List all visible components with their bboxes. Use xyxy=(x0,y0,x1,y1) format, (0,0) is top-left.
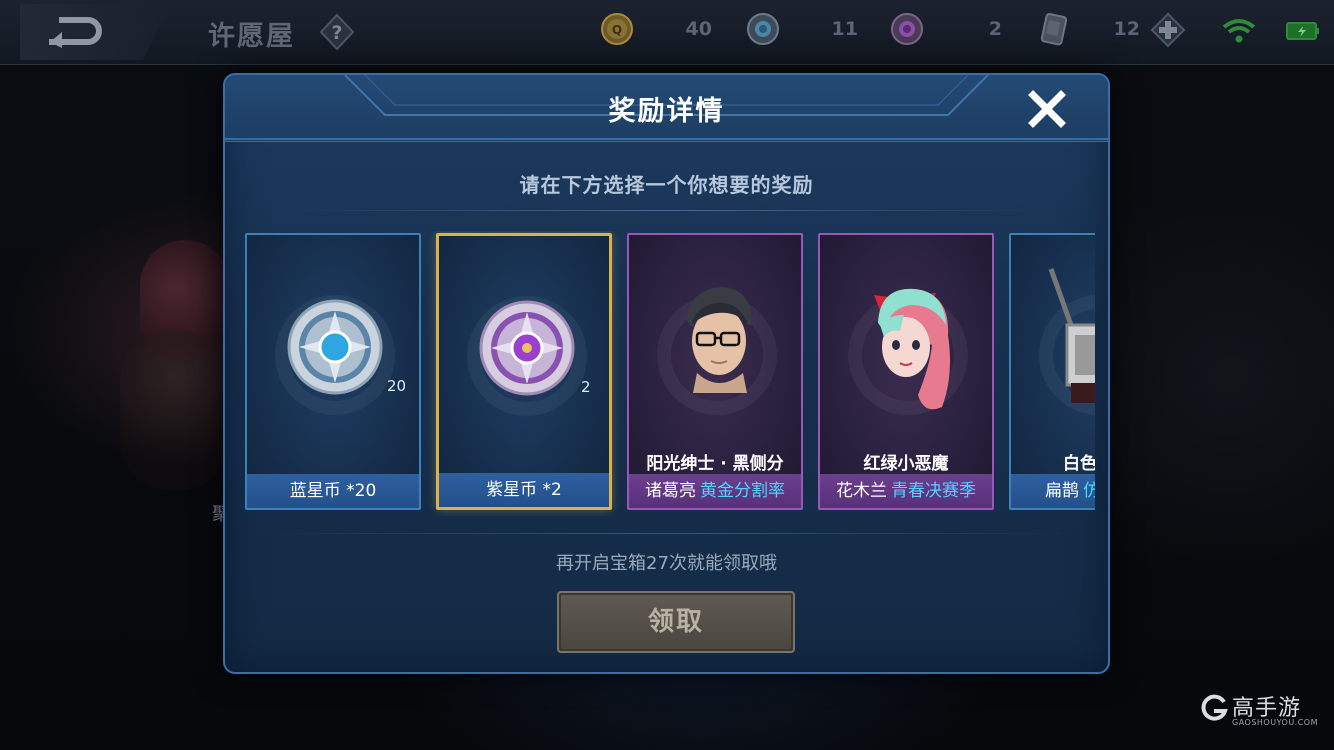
rarity-tag: 青春决赛季 xyxy=(891,481,976,501)
resource-purple-star: 2 xyxy=(890,10,1006,52)
skin-name: 阳光绅士 · 黑侧分 xyxy=(646,454,784,474)
voucher-coin-icon: Q xyxy=(601,13,633,45)
dialog-title: 奖励详情 xyxy=(608,96,725,127)
question-icon[interactable]: ? xyxy=(318,13,356,51)
divider xyxy=(285,210,1048,211)
purple-star-coin-icon xyxy=(891,13,923,45)
reward-card-blue-star[interactable]: 20 蓝星币 *20 xyxy=(245,233,421,510)
card-icon xyxy=(1040,12,1068,46)
reward-label: 蓝星币 *20 xyxy=(247,474,419,508)
hero-portrait-icon xyxy=(874,288,950,410)
svg-text:?: ? xyxy=(331,22,342,44)
hero-portrait-icon xyxy=(687,287,752,393)
back-arrow-icon[interactable] xyxy=(48,14,104,48)
reward-card-partial[interactable]: 白色 扁鹊仿 xyxy=(1009,233,1095,510)
rarity-tag: 黄金分割率 xyxy=(700,481,785,501)
top-bar: 许愿屋 ? Q 40 11 2 12 xyxy=(0,0,1334,65)
resource-blue-star: 11 xyxy=(746,10,862,52)
reward-card-purple-star[interactable]: 2 紫星币 *2 xyxy=(436,233,612,510)
hero-name: 花木兰 xyxy=(836,481,887,501)
reward-count: 2 xyxy=(581,378,591,396)
reward-hero-line: 扁鹊仿 xyxy=(1011,474,1095,508)
reward-label: 紫星币 *2 xyxy=(439,473,609,507)
voucher-count: 40 xyxy=(685,18,712,40)
reward-card-skin-mulan[interactable]: 红绿小恶魔 花木兰 青春决赛季 xyxy=(818,233,994,510)
wifi-icon xyxy=(1222,19,1256,43)
reward-details-dialog: 奖励详情 请在下方选择一个你想要的奖励 20 蓝星币 *20 2 紫星币 *2 … xyxy=(223,73,1110,674)
logo-subtext: GAOSHOUYOU.COM xyxy=(1232,718,1319,727)
reward-carousel[interactable]: 20 蓝星币 *20 2 紫星币 *2 阳光绅士 · 黑侧分 诸葛亮 黄金分割率… xyxy=(243,231,1095,516)
hero-name: 扁鹊 xyxy=(1045,481,1079,501)
reward-hero-line: 诸葛亮 黄金分割率 xyxy=(629,474,801,508)
g-logo-icon xyxy=(1201,694,1228,721)
dialog-subtitle: 请在下方选择一个你想要的奖励 xyxy=(519,173,814,197)
skin-name: 红绿小恶魔 xyxy=(863,454,949,474)
blue-star-coin-icon xyxy=(287,299,383,395)
close-icon[interactable] xyxy=(1025,87,1069,131)
rarity-tag: 仿 xyxy=(1083,481,1095,501)
dialog-header: 奖励详情 xyxy=(225,75,1108,142)
divider xyxy=(255,533,1078,534)
reward-card-skin-zhuge[interactable]: 阳光绅士 · 黑侧分 诸葛亮 黄金分割率 xyxy=(627,233,803,510)
resource-cards: 12 xyxy=(1036,10,1146,52)
progress-text: 再开启宝箱27次就能领取哦 xyxy=(556,553,777,574)
card-count: 12 xyxy=(1113,18,1140,40)
claim-button[interactable]: 领取 xyxy=(557,591,795,653)
site-logo: 高手游 GAOSHOUYOU.COM xyxy=(1200,690,1318,736)
reward-hero-line: 花木兰 青春决赛季 xyxy=(820,474,992,508)
skin-name: 白色 xyxy=(1063,454,1095,474)
background-hero-body xyxy=(120,330,230,490)
item-icon xyxy=(1048,268,1095,403)
page-title: 许愿屋 xyxy=(208,21,295,52)
purple-star-coin-icon xyxy=(479,300,575,396)
svg-text:Q: Q xyxy=(612,23,622,37)
hero-name: 诸葛亮 xyxy=(645,481,696,501)
reward-count: 20 xyxy=(387,377,407,395)
plus-icon[interactable] xyxy=(1150,12,1186,48)
purple-star-count: 2 xyxy=(988,18,1002,40)
blue-star-count: 11 xyxy=(831,18,858,40)
blue-star-coin-icon xyxy=(747,13,779,45)
resource-voucher: Q 40 xyxy=(600,10,718,52)
battery-icon xyxy=(1286,22,1319,40)
